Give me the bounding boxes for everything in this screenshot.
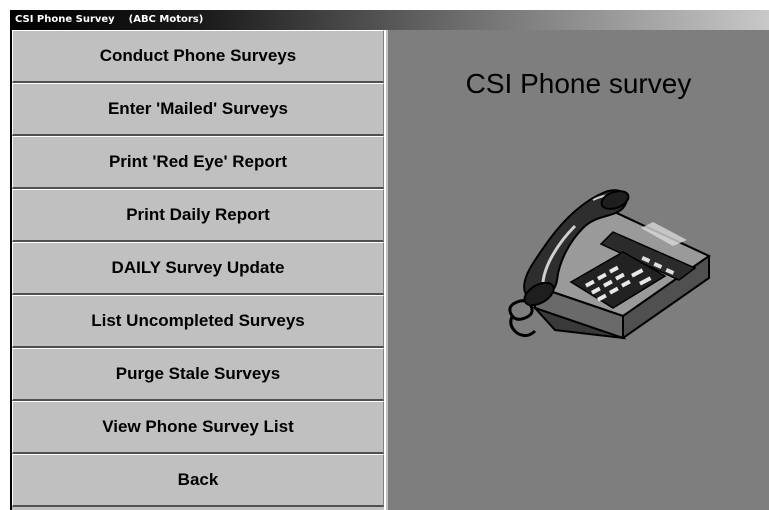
survey-menu: Conduct Phone Surveys Enter 'Mailed' Sur… <box>12 30 386 510</box>
list-uncompleted-surveys-button[interactable]: List Uncompleted Surveys <box>12 295 384 348</box>
back-button[interactable]: Back <box>12 454 384 507</box>
enter-mailed-surveys-button[interactable]: Enter 'Mailed' Surveys <box>12 83 384 136</box>
panel-heading: CSI Phone survey <box>465 68 692 99</box>
purge-stale-surveys-button[interactable]: Purge Stale Surveys <box>12 348 384 401</box>
app-window: CSI Phone Survey (ABC Motors) Conduct Ph… <box>10 10 769 510</box>
conduct-phone-surveys-button[interactable]: Conduct Phone Surveys <box>12 30 384 83</box>
desk-telephone-icon <box>508 189 711 340</box>
view-phone-survey-list-button[interactable]: View Phone Survey List <box>12 401 384 454</box>
window-title-bar: CSI Phone Survey (ABC Motors) <box>12 10 769 30</box>
print-red-eye-report-button[interactable]: Print 'Red Eye' Report <box>12 136 384 189</box>
info-panel: CSI Phone survey <box>388 30 769 510</box>
daily-survey-update-button[interactable]: DAILY Survey Update <box>12 242 384 295</box>
print-daily-report-button[interactable]: Print Daily Report <box>12 189 384 242</box>
